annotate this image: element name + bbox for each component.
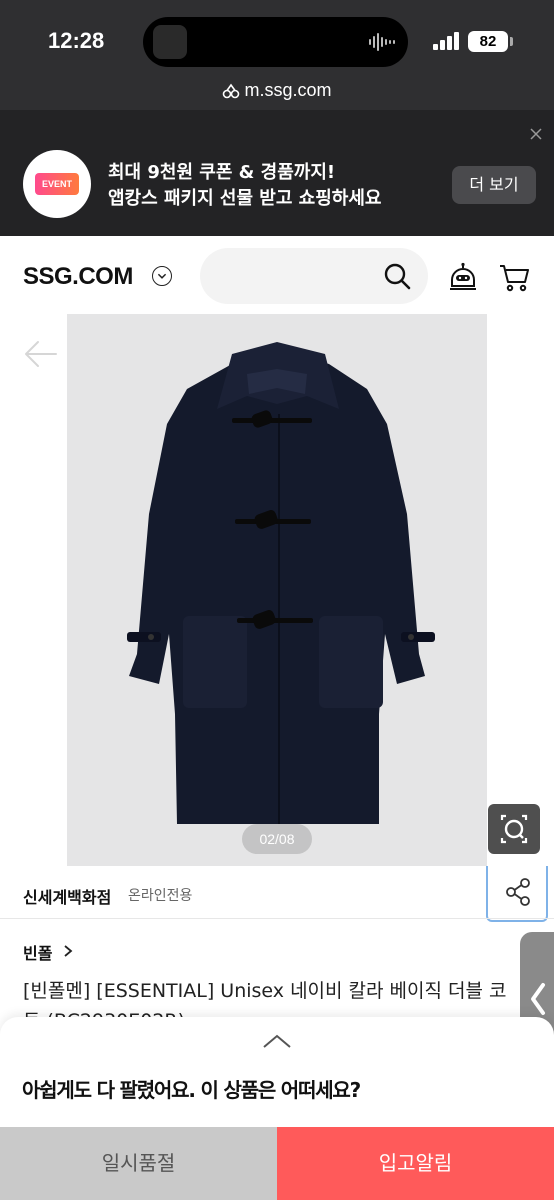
camera-lens-icon: [500, 814, 528, 844]
more-button[interactable]: 더 보기: [452, 166, 536, 204]
image-counter: 02/08: [242, 824, 312, 854]
cart-icon[interactable]: [498, 262, 530, 292]
divider: [0, 918, 554, 919]
battery-indicator: 82: [468, 31, 508, 52]
soldout-message: 아쉽게도 다 팔렸어요. 이 상품은 어떠세요?: [22, 1078, 361, 1102]
visual-search-button[interactable]: [488, 804, 540, 854]
soldout-button[interactable]: 일시품절: [0, 1127, 277, 1200]
banner-text: 최대 9천원 쿠폰 & 경품까지! 앱캉스 패키지 선물 받고 쇼핑하세요: [108, 160, 381, 212]
url-text: m.ssg.com: [244, 80, 332, 100]
audio-wave-icon: [369, 33, 395, 51]
coat-illustration: [127, 342, 435, 824]
search-input[interactable]: [200, 248, 428, 304]
status-bar: 12:28 82 m.ssg.com: [0, 0, 554, 110]
product-title: [빈폴멘] [ESSENTIAL] Unisex 네이비 칼라 베이직 더블 코…: [23, 980, 507, 1020]
chatbot-icon[interactable]: [448, 262, 478, 292]
recommendation-sheet: 아쉽게도 다 팔렸어요. 이 상품은 어떠세요?: [0, 1017, 554, 1127]
battery-tip: [510, 37, 513, 46]
site-header: SSG.COM: [0, 236, 554, 314]
close-icon[interactable]: [528, 126, 544, 142]
online-only-tag: 온라인전용: [128, 888, 193, 904]
chevron-left-icon[interactable]: [528, 982, 548, 1016]
event-badge: EVENT: [23, 150, 91, 218]
chevron-right-icon[interactable]: [63, 944, 73, 958]
store-row: 신세계백화점 온라인전용: [0, 866, 486, 918]
status-time: 12:28: [48, 28, 105, 53]
chevron-down-icon[interactable]: [152, 266, 172, 286]
event-ticket-icon: EVENT: [35, 173, 79, 195]
banner-line2: 앱캉스 패키지 선물 받고 쇼핑하세요: [108, 188, 382, 209]
share-button[interactable]: [486, 866, 548, 922]
cellular-signal-icon: [433, 32, 459, 50]
url-bar[interactable]: m.ssg.com: [0, 80, 554, 101]
share-icon: [506, 878, 530, 906]
promo-banner[interactable]: EVENT 최대 9천원 쿠폰 & 경품까지! 앱캉스 패키지 선물 받고 쇼핑…: [0, 110, 554, 236]
store-name[interactable]: 신세계백화점: [23, 884, 111, 908]
restock-notify-button[interactable]: 입고알림: [277, 1127, 554, 1200]
island-camera-icon: [153, 25, 187, 59]
banner-line1: 최대 9천원 쿠폰 & 경품까지!: [108, 162, 336, 183]
search-icon[interactable]: [382, 261, 412, 291]
site-settings-icon: [223, 83, 240, 99]
arrow-left-icon[interactable]: [22, 338, 58, 370]
ssg-logo[interactable]: SSG.COM: [23, 263, 133, 291]
product-image[interactable]: [67, 314, 487, 866]
chevron-up-icon[interactable]: [261, 1033, 293, 1049]
brand-link[interactable]: 빈폴: [23, 940, 52, 964]
